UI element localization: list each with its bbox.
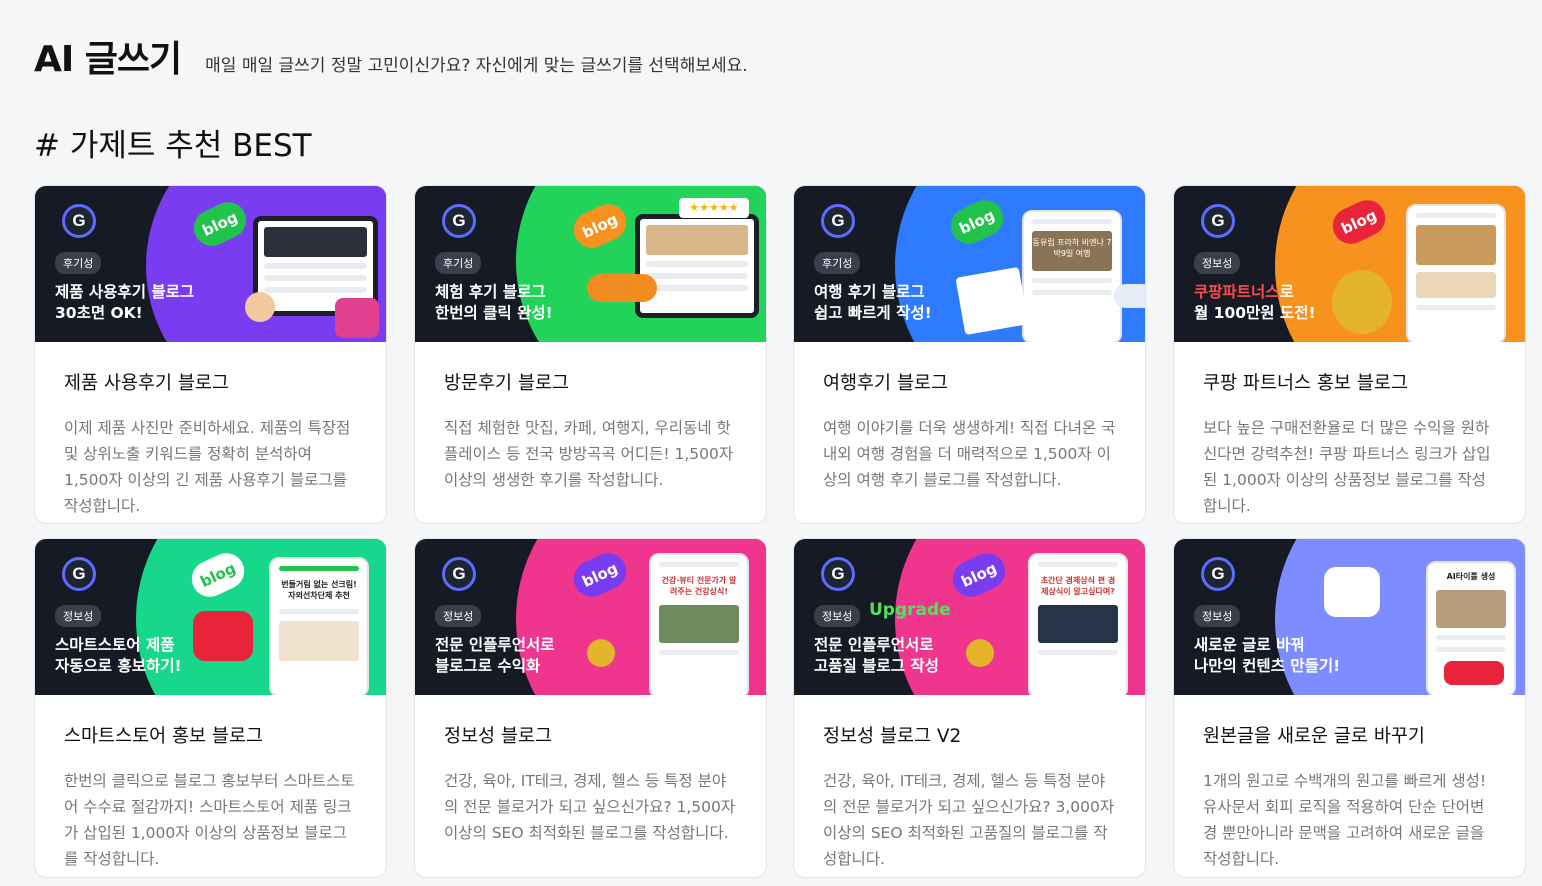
card-title: 제품 사용후기 블로그 — [64, 373, 229, 394]
airplane-icon — [587, 274, 657, 302]
category-badge: 정보성 — [435, 605, 482, 627]
phone-headline: AI타이틀 생성 — [1446, 572, 1496, 581]
category-badge: 후기성 — [435, 252, 482, 274]
swap-arrows-icon — [1324, 567, 1380, 617]
card-description: 건강, 육아, IT테크, 경제, 헬스 등 특정 분야의 전문 블로거가 되고… — [444, 772, 736, 842]
gadget-logo-icon: G — [442, 557, 476, 591]
gadget-logo-icon: G — [442, 204, 476, 238]
page-title: AI 글쓰기 — [34, 39, 182, 80]
monitor-illustration — [635, 214, 759, 318]
card-body: 방문후기 블로그 직접 체험한 맛집, 카페, 여행지, 우리동네 핫플레이스 … — [415, 342, 766, 493]
banner-text: 새로운 글로 바꿔 나만의 컨텐츠 만들기! — [1194, 635, 1374, 677]
coin-icon — [587, 639, 615, 667]
card-description: 1개의 원고로 수백개의 원고를 빠르게 생성! 유사문서 회피 로직을 적용하… — [1203, 772, 1487, 868]
card-body: 정보성 블로그 V2 건강, 육아, IT테크, 경제, 헬스 등 특정 분야의… — [794, 695, 1145, 872]
phone-illustration: 번들거림 없는 선크림! 자외선차단제 추천 — [269, 557, 369, 695]
card-body: 쿠팡 파트너스 홍보 블로그 보다 높은 구매전환율로 더 많은 수익을 원하신… — [1174, 342, 1525, 519]
gadget-logo-icon: G — [62, 557, 96, 591]
cloud-icon — [1114, 284, 1145, 308]
card-visit-review[interactable]: G 후기성 체험 후기 블로그 한번의 클릭 완성! blog ★★★★★ 방문… — [414, 185, 767, 524]
megaphone-icon — [193, 611, 253, 661]
card-description: 이제 제품 사진만 준비하세요. 제품의 특장점 및 상위노출 키워드를 정확히… — [64, 419, 351, 515]
card-body: 제품 사용후기 블로그 이제 제품 사진만 준비하세요. 제품의 특장점 및 상… — [35, 342, 386, 519]
phone-headline: 초간단 경제상식 편 경제상식이 알고싶다며? — [1040, 576, 1116, 596]
card-banner: G 정보성 Upgrade 전문 인플루언서로 고품질 블로그 작성 blog … — [794, 539, 1145, 695]
card-smartstore-promo[interactable]: G 정보성 스마트스토어 제품 자동으로 홍보하기! blog 번들거림 없는 … — [34, 538, 387, 878]
card-banner: G 정보성 쿠팡파트너스로 월 100만원 도전! blog — [1174, 186, 1525, 342]
card-body: 원본글을 새로운 글로 바꾸기 1개의 원고로 수백개의 원고를 빠르게 생성!… — [1174, 695, 1525, 872]
banner-text: 제품 사용후기 블로그 30초면 OK! — [55, 282, 235, 324]
gadget-logo-icon: G — [821, 204, 855, 238]
category-badge: 정보성 — [55, 605, 102, 627]
banner-line2: 한번의 클릭 완성! — [435, 304, 553, 322]
photo-icon — [955, 266, 1029, 336]
card-description: 한번의 클릭으로 블로그 홍보부터 스마트스토어 수수료 절감까지! 스마트스토… — [64, 772, 355, 868]
card-description: 보다 높은 구매전환율로 더 많은 수익을 원하신다면 강력추천! 쿠팡 파트너… — [1203, 419, 1491, 515]
banner-highlight: 쿠팡파트너스 — [1194, 283, 1280, 301]
coin-icon — [966, 639, 994, 667]
gadget-logo-icon: G — [1201, 557, 1235, 591]
card-info-blog-v2[interactable]: G 정보성 Upgrade 전문 인플루언서로 고품질 블로그 작성 blog … — [793, 538, 1146, 878]
banner-line1: 제품 사용후기 블로그 — [55, 283, 195, 301]
money-bag-icon — [1332, 270, 1392, 334]
phone-headline: 동유럽 프라하 비엔나 7박9일 여행 — [1032, 231, 1112, 271]
card-title: 쿠팡 파트너스 홍보 블로그 — [1203, 373, 1408, 394]
category-badge: 후기성 — [814, 252, 861, 274]
card-title: 스마트스토어 홍보 블로그 — [64, 726, 263, 747]
category-badge: 정보성 — [1194, 252, 1241, 274]
card-body: 여행후기 블로그 여행 이야기를 더욱 생생하게! 직접 다녀온 국내외 여행 … — [794, 342, 1145, 493]
upgrade-label: Upgrade — [869, 600, 951, 620]
category-badge: 정보성 — [814, 605, 861, 627]
gift-box-icon — [335, 298, 379, 338]
card-title: 정보성 블로그 — [444, 726, 553, 747]
card-product-review[interactable]: G 후기성 제품 사용후기 블로그 30초면 OK! blog 제품 사용후기 … — [34, 185, 387, 524]
banner-line2: 30초면 OK! — [55, 304, 143, 322]
card-title: 방문후기 블로그 — [444, 373, 570, 394]
phone-illustration: 초간단 경제상식 편 경제상식이 알고싶다며? — [1028, 553, 1128, 695]
gadget-logo-icon: G — [1201, 204, 1235, 238]
card-banner: G 정보성 새로운 글로 바꿔 나만의 컨텐츠 만들기! AI타이틀 생성 — [1174, 539, 1525, 695]
category-badge: 후기성 — [55, 252, 102, 274]
card-banner: G 정보성 스마트스토어 제품 자동으로 홍보하기! blog 번들거림 없는 … — [35, 539, 386, 695]
card-travel-review[interactable]: G 후기성 여행 후기 블로그 쉽고 빠르게 작성! blog 동유럽 프라하 … — [793, 185, 1146, 524]
card-body: 정보성 블로그 건강, 육아, IT테크, 경제, 헬스 등 특정 분야의 전문… — [415, 695, 766, 846]
card-banner: G 후기성 여행 후기 블로그 쉽고 빠르게 작성! blog 동유럽 프라하 … — [794, 186, 1145, 342]
card-banner: G 후기성 체험 후기 블로그 한번의 클릭 완성! blog ★★★★★ — [415, 186, 766, 342]
card-title: 원본글을 새로운 글로 바꾸기 — [1203, 726, 1425, 747]
phone-headline: 번들거림 없는 선크림! 자외선차단제 추천 — [281, 580, 357, 600]
card-banner: G 정보성 전문 인플루언서로 블로그로 수익화 blog 건강·뷰티 전문가가… — [415, 539, 766, 695]
card-grid: G 후기성 제품 사용후기 블로그 30초면 OK! blog 제품 사용후기 … — [34, 185, 1526, 886]
card-title: 정보성 블로그 V2 — [823, 726, 962, 747]
phone-illustration: 동유럽 프라하 비엔나 7박9일 여행 — [1022, 210, 1122, 342]
banner-line1: 새로운 글로 바꿔 — [1194, 636, 1305, 654]
card-coupang-partners[interactable]: G 정보성 쿠팡파트너스로 월 100만원 도전! blog 쿠팡 파트너스 홍… — [1173, 185, 1526, 524]
star-rating-icon: ★★★★★ — [679, 198, 749, 218]
card-info-blog[interactable]: G 정보성 전문 인플루언서로 블로그로 수익화 blog 건강·뷰티 전문가가… — [414, 538, 767, 878]
section-title: # 가제트 추천 BEST — [34, 128, 312, 164]
gadget-logo-icon: G — [62, 204, 96, 238]
banner-line2: 나만의 컨텐츠 만들기! — [1194, 657, 1341, 675]
page-header: AI 글쓰기 매일 매일 글쓰기 정말 고민이신가요? 자신에게 맞는 글쓰기를… — [34, 30, 748, 82]
card-rewrite[interactable]: G 정보성 새로운 글로 바꿔 나만의 컨텐츠 만들기! AI타이틀 생성 원본… — [1173, 538, 1526, 878]
phone-illustration: 건강·뷰티 전문가가 알려주는 건강상식! — [649, 553, 749, 695]
card-banner: G 후기성 제품 사용후기 블로그 30초면 OK! blog — [35, 186, 386, 342]
card-description: 직접 체험한 맛집, 카페, 여행지, 우리동네 핫플레이스 등 전국 방방곡곡… — [444, 419, 734, 489]
card-description: 여행 이야기를 더욱 생생하게! 직접 다녀온 국내외 여행 경험을 더 매력적… — [823, 419, 1116, 489]
phone-headline: 건강·뷰티 전문가가 알려주는 건강상식! — [661, 576, 737, 596]
card-description: 건강, 육아, IT테크, 경제, 헬스 등 특정 분야의 전문 블로거가 되고… — [823, 772, 1115, 868]
phone-illustration — [1406, 204, 1506, 342]
category-badge: 정보성 — [1194, 605, 1241, 627]
page-subtitle: 매일 매일 글쓰기 정말 고민이신가요? 자신에게 맞는 글쓰기를 선택해보세요… — [205, 56, 748, 76]
gadget-logo-icon: G — [821, 557, 855, 591]
thumbs-up-icon — [245, 292, 275, 322]
social-icons — [1444, 661, 1504, 685]
card-title: 여행후기 블로그 — [823, 373, 949, 394]
card-body: 스마트스토어 홍보 블로그 한번의 클릭으로 블로그 홍보부터 스마트스토어 수… — [35, 695, 386, 872]
